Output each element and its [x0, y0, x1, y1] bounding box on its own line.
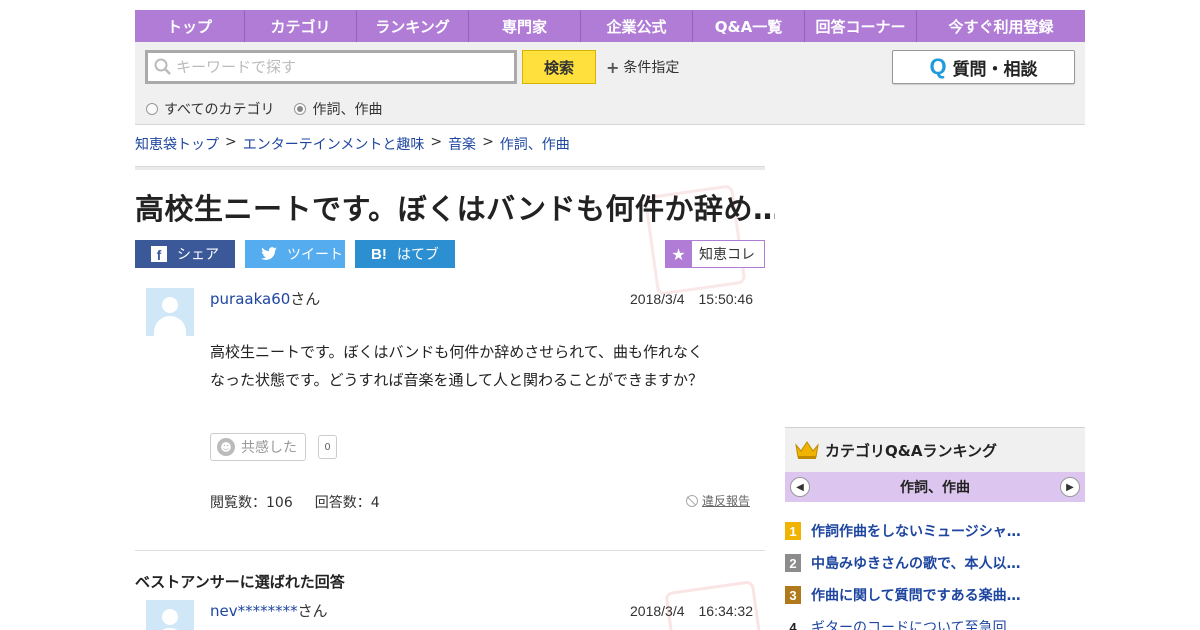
honorific: さん [297, 602, 328, 620]
ask-question-button[interactable]: Q 質問・相談 [892, 50, 1075, 84]
share-hatena-button[interactable]: B! はてブ [355, 240, 455, 268]
answer-author: nev********さん [210, 600, 328, 621]
ranking-link[interactable]: 作詞作曲をしないミュージシャ… [811, 521, 1021, 541]
answer-count: 回答数：4 [314, 495, 380, 511]
ranking-list: 1 作詞作曲をしないミュージシャ… 2 中島みゆきさんの歌で、本人以… 3 作曲… [785, 515, 1085, 630]
breadcrumb-top[interactable]: 知恵袋トップ [135, 134, 219, 154]
rank-badge: 4 [789, 619, 797, 630]
question-body-line: 高校生ニートです。ぼくはバンドも何件か辞めさせられて、曲も作れなく [210, 343, 704, 361]
nav-experts[interactable]: 専門家 [469, 10, 581, 42]
empathy-button[interactable]: ☻ 共感した [210, 433, 306, 461]
avatar[interactable] [146, 600, 194, 630]
avatar[interactable] [146, 288, 194, 336]
breadcrumb-separator: > [430, 134, 443, 150]
nav-register[interactable]: 今すぐ利用登録 [917, 10, 1085, 42]
crown-icon [795, 440, 819, 460]
search-icon [154, 58, 171, 75]
smile-icon: ☻ [217, 438, 235, 456]
answer-date: 2018/3/4 16:34:32 [630, 603, 753, 619]
ranking-title: カテゴリQ&Aランキング [825, 441, 997, 460]
share-facebook-label: シェア [177, 247, 219, 263]
search-conditions-label: 条件指定 [623, 60, 680, 76]
breadcrumb-music[interactable]: 音楽 [448, 134, 476, 154]
global-nav: トップ カテゴリ ランキング 専門家 企業公式 Q&A一覧 回答コーナー 今すぐ… [135, 10, 1085, 42]
share-twitter-button[interactable]: ツイート [245, 240, 345, 268]
list-item: 1 作詞作曲をしないミュージシャ… [785, 515, 1085, 547]
ranking-header: カテゴリQ&Aランキング [785, 427, 1085, 472]
search-conditions-link[interactable]: + 条件指定 [606, 57, 679, 77]
question-author: puraaka60さん [210, 288, 320, 309]
breadcrumb-songwriting[interactable]: 作詞、作曲 [500, 134, 570, 154]
search-input[interactable] [176, 58, 506, 76]
breadcrumb-entertainment[interactable]: エンターテインメントと趣味 [243, 134, 425, 154]
star-icon: ★ [665, 240, 692, 268]
nav-qa-list[interactable]: Q&A一覧 [693, 10, 805, 42]
list-item: 4 ギターのコードについて至急回… [785, 611, 1085, 630]
view-count: 閲覧数：106 [210, 495, 293, 511]
twitter-icon [261, 247, 277, 260]
search-box [145, 50, 517, 84]
prohibited-icon [686, 494, 698, 507]
rank-badge: 2 [785, 554, 801, 572]
ranking-category: 作詞、作曲 [900, 480, 970, 496]
nav-ranking[interactable]: ランキング [357, 10, 469, 42]
question-author-link[interactable]: puraaka60 [210, 290, 290, 308]
question-title: 高校生ニートです。ぼくはバンドも何件か辞め… [135, 192, 775, 226]
facebook-icon: f [151, 246, 167, 262]
breadcrumb-separator: > [482, 134, 494, 150]
ranking-link[interactable]: ギターのコードについて至急回… [811, 617, 1021, 630]
nav-top[interactable]: トップ [135, 10, 245, 42]
scope-current-label: 作詞、作曲 [312, 102, 383, 118]
share-twitter-label: ツイート [287, 247, 343, 263]
chevron-right-icon[interactable]: ▶ [1060, 477, 1080, 497]
list-item: 3 作曲に関して質問ですある楽曲… [785, 579, 1085, 611]
scope-all-radio[interactable]: すべてのカテゴリ [146, 99, 274, 119]
nav-official[interactable]: 企業公式 [581, 10, 693, 42]
plus-icon: + [606, 57, 620, 77]
report-link[interactable]: 違反報告 [686, 492, 750, 509]
chiecore-label: 知恵コレ [699, 247, 755, 263]
breadcrumb-separator: > [225, 134, 237, 150]
chiecore-button[interactable]: ★ 知恵コレ [665, 240, 765, 268]
radio-selected-icon [294, 103, 307, 115]
nav-answer-corner[interactable]: 回答コーナー [805, 10, 917, 42]
hatena-bookmark-icon: B! [371, 245, 387, 263]
rank-badge: 3 [785, 586, 801, 604]
honorific: さん [290, 290, 321, 308]
rank-badge: 1 [785, 522, 801, 540]
nav-category[interactable]: カテゴリ [245, 10, 357, 42]
breadcrumb: 知恵袋トップ > エンターテインメントと趣味 > 音楽 > 作詞、作曲 [135, 134, 570, 154]
best-answer-heading: ベストアンサーに選ばれた回答 [135, 573, 345, 591]
question-stats: 閲覧数：106 回答数：4 [210, 492, 380, 512]
search-button[interactable]: 検索 [522, 50, 596, 84]
list-item: 2 中島みゆきさんの歌で、本人以… [785, 547, 1085, 579]
scope-all-label: すべてのカテゴリ [164, 102, 275, 118]
divider [135, 550, 765, 551]
share-hatena-label: はてブ [396, 247, 439, 263]
ranking-link[interactable]: 作曲に関して質問ですある楽曲… [811, 585, 1021, 605]
empathy-label: 共感した [241, 440, 297, 456]
chevron-left-icon[interactable]: ◀ [790, 477, 810, 497]
ranking-link[interactable]: 中島みゆきさんの歌で、本人以… [811, 553, 1020, 573]
search-panel: 検索 + 条件指定 Q 質問・相談 すべてのカテゴリ 作詞、作曲 [135, 42, 1085, 125]
divider [135, 166, 765, 170]
ask-question-label: 質問・相談 [952, 59, 1038, 80]
radio-icon [146, 103, 158, 115]
share-facebook-button[interactable]: f シェア [135, 240, 235, 268]
scope-current-radio[interactable]: 作詞、作曲 [294, 99, 382, 119]
question-q-icon: Q [929, 54, 947, 79]
search-scope: すべてのカテゴリ 作詞、作曲 [146, 99, 382, 119]
question-body: 高校生ニートです。ぼくはバンドも何件か辞めさせられて、曲も作れなく なった状態で… [210, 338, 750, 394]
question-date: 2018/3/4 15:50:46 [630, 291, 753, 307]
question-body-line: なった状態です。どうすれば音楽を通して人と関わることができますか？ [210, 371, 704, 389]
ranking-category-bar: ◀ 作詞、作曲 ▶ [785, 472, 1085, 502]
category-ranking-panel: カテゴリQ&Aランキング ◀ 作詞、作曲 ▶ 1 作詞作曲をしないミュージシャ…… [785, 427, 1085, 630]
empathy-count: 0 [318, 435, 337, 459]
answer-author-link[interactable]: nev******** [210, 602, 298, 620]
report-label: 違反報告 [702, 494, 751, 508]
